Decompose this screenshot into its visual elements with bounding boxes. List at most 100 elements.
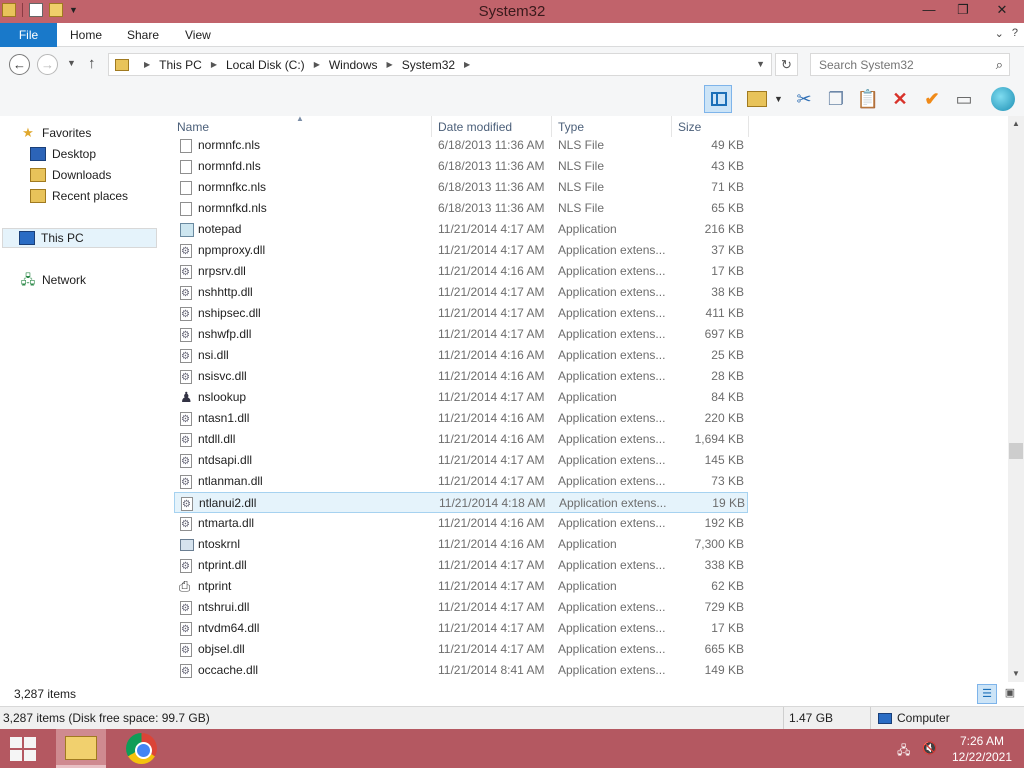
nav-network[interactable]: 🖧 Network (20, 270, 86, 290)
restore-button[interactable]: ❐ (946, 0, 980, 22)
address-history-dropdown[interactable]: ▼ (756, 59, 765, 69)
file-date-modified: 11/21/2014 4:17 AM (438, 579, 545, 593)
nav-favorites[interactable]: ★ Favorites (20, 123, 91, 143)
breadcrumb-system32[interactable]: System32 (402, 58, 455, 72)
cut-button[interactable]: ✂ (790, 85, 818, 113)
table-row[interactable]: normnfc.nls 6/18/2013 11:36 AM NLS File 49 … (160, 135, 1008, 156)
file-type: Application extens... (558, 516, 666, 530)
table-row[interactable]: ntasn1.dll 11/21/2014 4:16 AM Application … (160, 408, 1008, 430)
breadcrumb-chevron-icon[interactable]: ▶ (464, 60, 470, 69)
table-row[interactable]: nshipsec.dll 11/21/2014 4:17 AM Applicatio… (160, 303, 1008, 325)
start-button[interactable] (10, 737, 36, 761)
breadcrumb-windows[interactable]: Windows (329, 58, 378, 72)
table-row[interactable]: nsisvc.dll 11/21/2014 4:16 AM Application … (160, 366, 1008, 388)
table-row[interactable]: notepad 11/21/2014 4:17 AM Application 216 … (160, 219, 1008, 240)
tab-home[interactable]: Home (58, 23, 114, 47)
file-name: notepad (198, 222, 242, 236)
large-icons-view-button[interactable]: ▣ (1000, 684, 1020, 704)
table-row[interactable]: ntshrui.dll 11/21/2014 4:17 AM Application… (160, 597, 1008, 619)
column-header-type[interactable]: Type (558, 120, 584, 134)
search-icon[interactable]: ⌕ (996, 57, 1003, 73)
table-row[interactable]: normnfkc.nls 6/18/2013 11:36 AM NLS File 71… (160, 177, 1008, 198)
up-button[interactable]: ↑ (88, 55, 96, 72)
back-button[interactable]: ← (9, 54, 30, 75)
file-type: Application (558, 537, 617, 551)
file-icon (180, 139, 192, 153)
recent-places-icon (30, 189, 46, 203)
nav-recent-places[interactable]: Recent places (30, 186, 128, 206)
table-row[interactable]: ntprint 11/21/2014 4:17 AM Application 62 K… (160, 576, 1008, 597)
table-row[interactable]: nrpsrv.dll 11/21/2014 4:16 AM Application … (160, 261, 1008, 283)
refresh-button[interactable]: ↻ (775, 53, 798, 76)
table-row[interactable]: nshhttp.dll 11/21/2014 4:17 AM Application… (160, 282, 1008, 304)
tab-share[interactable]: Share (115, 23, 171, 47)
nav-downloads[interactable]: Downloads (30, 165, 111, 185)
minimize-button[interactable]: — (912, 0, 946, 22)
table-row-selected[interactable]: ntlanui2.dll 11/21/2014 4:18 AM Applicatio… (174, 492, 748, 515)
expand-ribbon-icon[interactable]: ⌄ (995, 27, 1004, 40)
table-row[interactable]: occache.dll 11/21/2014 8:41 AM Application… (160, 660, 1008, 682)
table-row[interactable]: objsel.dll 11/21/2014 4:17 AM Application … (160, 639, 1008, 661)
breadcrumb-chevron-icon[interactable]: ▶ (211, 60, 217, 69)
properties-button[interactable]: ▭ (950, 85, 978, 113)
rename-button[interactable]: ✔ (918, 85, 946, 113)
table-row[interactable]: ntoskrnl 11/21/2014 4:16 AM Application 7,3… (160, 534, 1008, 555)
column-divider[interactable] (671, 116, 672, 137)
table-row[interactable]: ntdsapi.dll 11/21/2014 4:17 AM Application… (160, 450, 1008, 472)
table-row[interactable]: npmproxy.dll 11/21/2014 4:17 AM Applicatio… (160, 240, 1008, 262)
breadcrumb-chevron-icon[interactable]: ▶ (387, 60, 393, 69)
table-row[interactable]: ntprint.dll 11/21/2014 4:17 AM Application… (160, 555, 1008, 577)
column-header-size[interactable]: Size (678, 120, 701, 134)
vertical-scrollbar[interactable]: ▲ ▼ (1008, 116, 1024, 682)
tab-file[interactable]: File (0, 23, 57, 47)
column-divider[interactable] (551, 116, 552, 137)
taskbar-file-explorer[interactable] (56, 729, 106, 768)
forward-button[interactable]: → (37, 54, 58, 75)
details-view-button[interactable]: ☰ (977, 684, 997, 704)
column-header-name[interactable]: Name (177, 120, 209, 134)
delete-button[interactable]: ✕ (886, 85, 914, 113)
tab-view[interactable]: View (173, 23, 223, 47)
chevron-down-icon[interactable]: ▼ (774, 85, 783, 113)
window-title: System32 (478, 3, 546, 20)
address-bar[interactable]: ▶ This PC ▶ Local Disk (C:) ▶ Windows ▶ … (108, 53, 772, 76)
table-row[interactable]: nshwfp.dll 11/21/2014 4:17 AM Application … (160, 324, 1008, 346)
taskbar-clock[interactable]: 7:26 AM 12/22/2021 (948, 733, 1016, 765)
ribbon-right-controls: ⌄ ? (995, 27, 1018, 40)
address-bar-area: ← → ▼ ↑ ▶ This PC ▶ Local Disk (C:) ▶ Wi… (0, 47, 1024, 82)
network-tray-icon[interactable]: 🖧 (897, 741, 910, 762)
scroll-down-icon[interactable]: ▼ (1008, 666, 1024, 682)
nav-desktop[interactable]: Desktop (30, 144, 96, 164)
chrome-icon[interactable] (126, 733, 157, 764)
table-row[interactable]: ntdll.dll 11/21/2014 4:16 AM Application e… (160, 429, 1008, 451)
breadcrumb-local-disk[interactable]: Local Disk (C:) (226, 58, 305, 72)
search-input[interactable] (811, 54, 981, 75)
breadcrumb-this-pc[interactable]: This PC (159, 58, 202, 72)
table-row[interactable]: normnfkd.nls 6/18/2013 11:36 AM NLS File 65… (160, 198, 1008, 219)
column-divider[interactable] (431, 116, 432, 137)
table-row[interactable]: ntlanman.dll 11/21/2014 4:17 AM Applicatio… (160, 471, 1008, 493)
scrollbar-thumb[interactable] (1009, 443, 1023, 459)
folder-options-button[interactable]: ▼ (744, 85, 783, 113)
copy-button[interactable]: ❐ (822, 85, 850, 113)
table-row[interactable]: nslookup 11/21/2014 4:17 AM Application 84 … (160, 387, 1008, 408)
table-row[interactable]: nsi.dll 11/21/2014 4:16 AM Application ext… (160, 345, 1008, 367)
table-row[interactable]: ntvdm64.dll 11/21/2014 4:17 AM Application… (160, 618, 1008, 640)
help-icon[interactable]: ? (1012, 27, 1018, 40)
breadcrumb-chevron-icon[interactable]: ▶ (314, 60, 320, 69)
recent-locations-dropdown[interactable]: ▼ (67, 58, 76, 68)
column-header-date[interactable]: Date modified (438, 120, 512, 134)
file-type: Application extens... (558, 411, 666, 425)
table-row[interactable]: ntmarta.dll 11/21/2014 4:16 AM Application… (160, 513, 1008, 535)
table-row[interactable]: normnfd.nls 6/18/2013 11:36 AM NLS File 43 … (160, 156, 1008, 177)
volume-muted-icon[interactable]: 🔇 (922, 741, 937, 762)
file-type: Application extens... (558, 285, 666, 299)
paste-button[interactable]: 📋 (854, 85, 882, 113)
navigation-pane-button[interactable] (704, 85, 732, 113)
scroll-up-icon[interactable]: ▲ (1008, 116, 1024, 132)
breadcrumb-chevron-icon[interactable]: ▶ (144, 60, 150, 69)
close-button[interactable]: ✕ (980, 0, 1024, 22)
column-divider[interactable] (748, 116, 749, 137)
nav-this-pc[interactable]: This PC (2, 228, 157, 248)
globe-button[interactable] (989, 85, 1017, 113)
